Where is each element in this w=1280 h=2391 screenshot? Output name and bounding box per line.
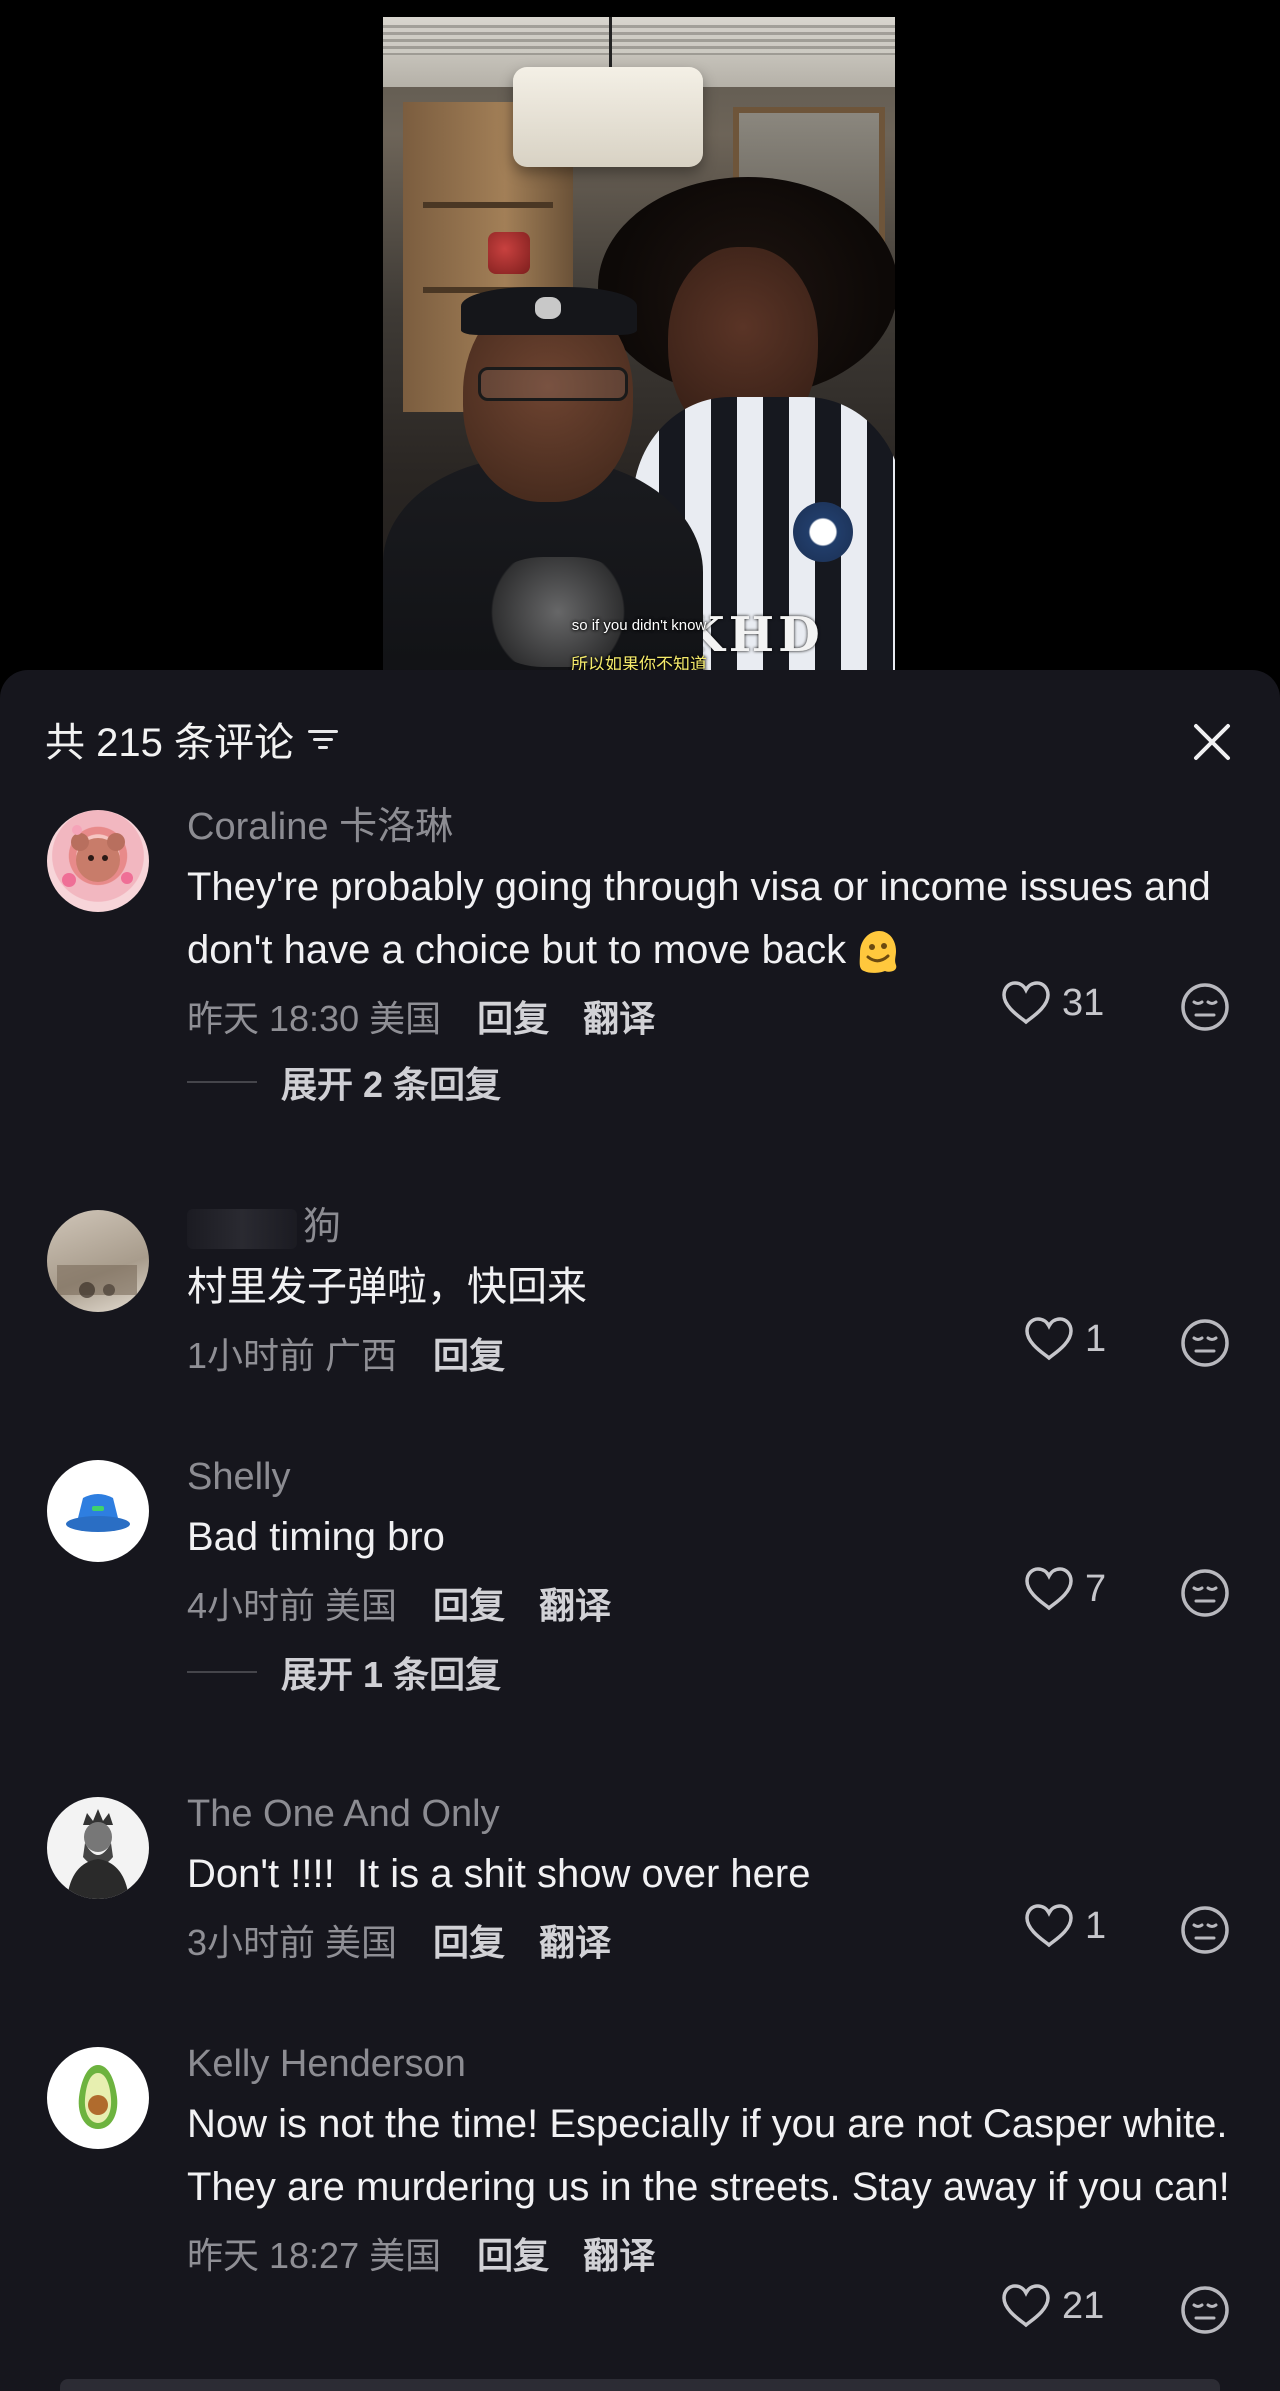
pink-bear-icon (62, 825, 133, 887)
comment-text: Bad timing bro (187, 1515, 445, 1559)
king-statue-icon (67, 1809, 129, 1899)
filter-lines-icon[interactable] (306, 724, 340, 754)
blurred-name (187, 1208, 297, 1249)
like-count: 21 (1062, 2284, 1105, 2327)
video-player[interactable]: KHD so if you didn't know 所以如果你不知道 (383, 17, 895, 670)
dislike-face-icon[interactable] (1180, 1905, 1230, 1955)
reply-button[interactable]: 回复 (433, 1577, 505, 1629)
heart-icon (1002, 981, 1050, 1025)
comment-author-name: 狗 (303, 1206, 342, 1248)
glasses (478, 367, 628, 401)
comments-sheet: 共 215 条评论 Coraline 卡洛琳 They're probably … (0, 670, 1280, 2391)
avatar[interactable] (47, 810, 149, 912)
reply-button[interactable]: 回复 (477, 990, 549, 1042)
comment-meta: 昨天 18:27 美国 回复 翻译 (187, 2223, 1240, 2283)
sheet-header: 共 215 条评论 (45, 714, 340, 765)
subtitle-english: so if you didn't know (571, 617, 707, 634)
melting-face-emoji-icon (859, 931, 897, 974)
reply-button[interactable]: 回复 (433, 1327, 505, 1379)
comment-time-location: 昨天 18:27 美国 (187, 2235, 442, 2276)
reply-button[interactable]: 回复 (477, 2227, 549, 2279)
reply-button[interactable]: 回复 (433, 1914, 505, 1966)
expand-replies-label: 展开 1 条回复 (281, 1654, 502, 1695)
close-icon[interactable] (1190, 720, 1234, 764)
comment-body: Kelly Henderson Now is not the time! Esp… (187, 2041, 1240, 2283)
comment-time-location: 4小时前 美国 (187, 1585, 398, 1626)
heart-icon (1025, 1904, 1073, 1948)
headband (461, 287, 637, 335)
subtitle-chinese: 所以如果你不知道 (571, 655, 707, 670)
bucket-hat-icon (66, 1494, 130, 1532)
comment-time-location: 3小时前 美国 (187, 1922, 398, 1963)
translate-button[interactable]: 翻译 (583, 2227, 655, 2279)
comment-text: Now is not the time! Especially if you a… (187, 2102, 1230, 2209)
expand-line (187, 1671, 257, 1673)
like-button[interactable]: 21 (1000, 2283, 1104, 2329)
heart-icon (1025, 1317, 1073, 1361)
expand-replies-button[interactable]: 展开 1 条回复 (187, 1646, 501, 1698)
comment-text: 村里发子弹啦，快回来 (187, 1265, 587, 1309)
comment-time-location: 1小时前 广西 (187, 1335, 398, 1376)
comment-author[interactable]: The One And Only (187, 1791, 1240, 1837)
like-count: 31 (1062, 981, 1105, 1024)
like-button[interactable]: 7 (1023, 1566, 1106, 1612)
blurred-photo-icon (57, 1265, 137, 1298)
lamp-cord (609, 17, 612, 72)
avatar[interactable] (47, 2047, 149, 2149)
dislike-face-icon[interactable] (1180, 1318, 1230, 1368)
comment-text: They're probably going through visa or i… (187, 856, 1240, 982)
like-count: 1 (1085, 1317, 1107, 1360)
pendant-lamp (513, 67, 703, 167)
comment-author[interactable]: 狗 (187, 1204, 1240, 1250)
comment-count-title: 共 215 条评论 (45, 721, 294, 765)
expand-replies-button[interactable]: 展开 2 条回复 (187, 1056, 501, 1108)
expand-line (187, 1081, 257, 1083)
dislike-face-icon[interactable] (1180, 2285, 1230, 2335)
dislike-face-icon[interactable] (1180, 982, 1230, 1032)
ceiling-vent (383, 25, 895, 55)
shirt-badge (793, 502, 853, 562)
comment-input-bar-edge (60, 2379, 1220, 2391)
comment-author[interactable]: Kelly Henderson (187, 2041, 1240, 2087)
translate-button[interactable]: 翻译 (539, 1577, 611, 1629)
avatar[interactable] (47, 1460, 149, 1562)
like-button[interactable]: 1 (1023, 1316, 1106, 1362)
like-count: 7 (1085, 1567, 1107, 1610)
translate-button[interactable]: 翻译 (583, 990, 655, 1042)
like-count: 1 (1085, 1904, 1107, 1947)
translate-button[interactable]: 翻译 (539, 1914, 611, 1966)
avatar[interactable] (47, 1797, 149, 1899)
dislike-face-icon[interactable] (1180, 1568, 1230, 1618)
comment-author[interactable]: Coraline 卡洛琳 (187, 804, 1240, 850)
avatar[interactable] (47, 1210, 149, 1312)
heart-icon (1025, 1567, 1073, 1611)
expand-replies-label: 展开 2 条回复 (281, 1064, 502, 1105)
like-button[interactable]: 31 (1000, 980, 1104, 1026)
comment-time-location: 昨天 18:30 美国 (187, 998, 442, 1039)
red-bag (488, 232, 530, 274)
comment-author[interactable]: Shelly (187, 1454, 1240, 1500)
heart-icon (1002, 2284, 1050, 2328)
like-button[interactable]: 1 (1023, 1903, 1106, 1949)
comment-text-content: They're probably going through visa or i… (187, 865, 1211, 972)
avocado-icon (78, 2065, 118, 2129)
comment-text: Don't !!!! It is a shit show over here (187, 1852, 811, 1896)
